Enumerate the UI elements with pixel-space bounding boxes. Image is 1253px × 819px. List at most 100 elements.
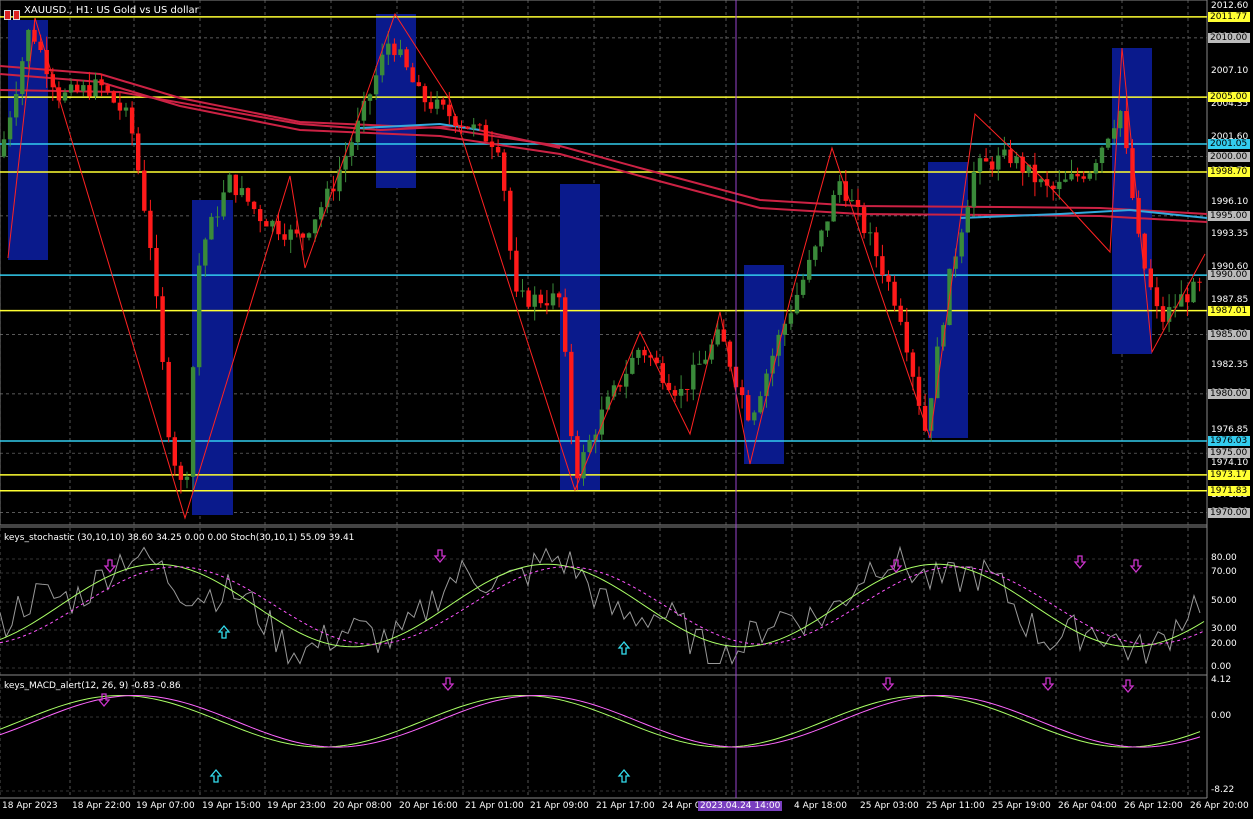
candle-body [398, 49, 403, 56]
candle-body [428, 102, 434, 109]
candle-body [312, 219, 318, 234]
arrow-up-icon [209, 768, 223, 783]
candle-body [215, 216, 220, 218]
candle-body [245, 188, 251, 202]
candle-body [624, 373, 629, 387]
candle-body [904, 321, 909, 353]
candle-body [62, 92, 68, 101]
candle-body [1032, 164, 1038, 183]
time-axis-label: 18 Apr 2023 [2, 801, 58, 811]
candle-body [99, 79, 104, 86]
main-pane-border [0, 0, 1208, 526]
time-axis-label: 18 Apr 22:00 [72, 801, 131, 811]
candle-body [563, 297, 568, 352]
candle-body [532, 294, 537, 307]
candle-body [483, 125, 489, 142]
time-axis-label: 19 Apr 23:00 [267, 801, 326, 811]
stochastic-axis-label: 50.00 [1211, 596, 1237, 606]
time-axis-label: 21 Apr 17:00 [596, 801, 655, 811]
chart-canvas[interactable] [0, 0, 1253, 819]
candle-body [1057, 181, 1062, 190]
stochastic-axis-label: 30.00 [1211, 624, 1237, 634]
time-axis-label: 26 Apr 12:00 [1124, 801, 1183, 811]
candle-body [282, 234, 287, 240]
candle-body [477, 124, 482, 126]
candle-body [1075, 173, 1080, 177]
price-axis-label: 2007.10 [1211, 66, 1249, 77]
candle-body [807, 259, 812, 280]
macd-line [0, 695, 1201, 748]
moving-average [0, 73, 1208, 223]
candle-body [605, 396, 611, 410]
candle-body [160, 296, 165, 362]
candle-body [678, 388, 684, 396]
candle-body [172, 437, 177, 466]
candle-body [892, 281, 897, 306]
candle-body [837, 181, 842, 195]
arrow-down-icon [1129, 559, 1143, 574]
candle-body [556, 293, 562, 298]
candle-body [288, 229, 293, 240]
candle-body [416, 82, 421, 87]
candle-body [642, 349, 647, 356]
macd-title: keys_MACD_alert(12, 26, 9) -0.83 -0.86 [4, 681, 181, 691]
candle-body [422, 86, 428, 103]
candle-body [276, 220, 281, 235]
price-axis-label: 1996.10 [1211, 196, 1249, 207]
candle-body [1160, 306, 1166, 322]
price-axis-label: 1976.85 [1211, 425, 1249, 436]
candle-body [166, 361, 171, 438]
candle-body [746, 395, 751, 421]
price-tag: 2011.77 [1208, 11, 1250, 22]
candle-body [337, 169, 342, 192]
price-axis-label: 1982.35 [1211, 359, 1249, 370]
stochastic-d-line [0, 566, 1205, 645]
arrow-up-icon [617, 640, 631, 655]
candle-body [26, 29, 31, 62]
candle-body [691, 364, 696, 390]
candle-body [410, 67, 415, 83]
macd-axis-label: 4.12 [1211, 675, 1232, 685]
candle-body [800, 279, 806, 295]
candle-body [1014, 156, 1019, 164]
candle-body [575, 436, 580, 479]
candle-body [636, 349, 641, 358]
candle-body [489, 141, 495, 147]
candle-body [1185, 294, 1190, 303]
candle-body [1081, 176, 1086, 179]
candle-body [861, 207, 867, 234]
candle-body [550, 293, 556, 306]
candle-body [788, 313, 794, 324]
candle-body [874, 232, 879, 257]
stochastic-main-line [0, 545, 1201, 665]
candle-body [1, 139, 7, 157]
candle-body [868, 232, 873, 234]
candle-body [825, 221, 830, 231]
candle-body [977, 158, 983, 172]
candle-body [117, 102, 123, 111]
price-tag: 1975.00 [1208, 448, 1250, 459]
stochastic-axis-label: 80.00 [1211, 553, 1237, 563]
price-tag: 1976.03 [1208, 435, 1250, 446]
candle-body [81, 85, 86, 92]
candle-body [819, 230, 824, 247]
time-axis-label: 25 Apr 19:00 [992, 801, 1051, 811]
candle-body [361, 100, 367, 121]
chart-title: XAUUSD., H1: US Gold vs US dollar [24, 5, 199, 16]
candle-body [1038, 179, 1044, 183]
price-axis-label: 1993.35 [1211, 229, 1249, 240]
candle-body [1148, 268, 1153, 288]
candle-body [1118, 110, 1123, 129]
candle-body [373, 75, 379, 95]
candle-body [495, 146, 501, 153]
candle-body [1197, 281, 1202, 283]
candle-body [520, 290, 525, 292]
candle-body [959, 232, 964, 257]
candle-body [136, 133, 141, 171]
candle-body [1154, 287, 1160, 307]
arrow-down-icon [1121, 679, 1135, 694]
candle-body [197, 265, 202, 368]
candle-body [154, 247, 159, 297]
candle-body [1105, 138, 1111, 148]
candle-body [813, 246, 818, 260]
